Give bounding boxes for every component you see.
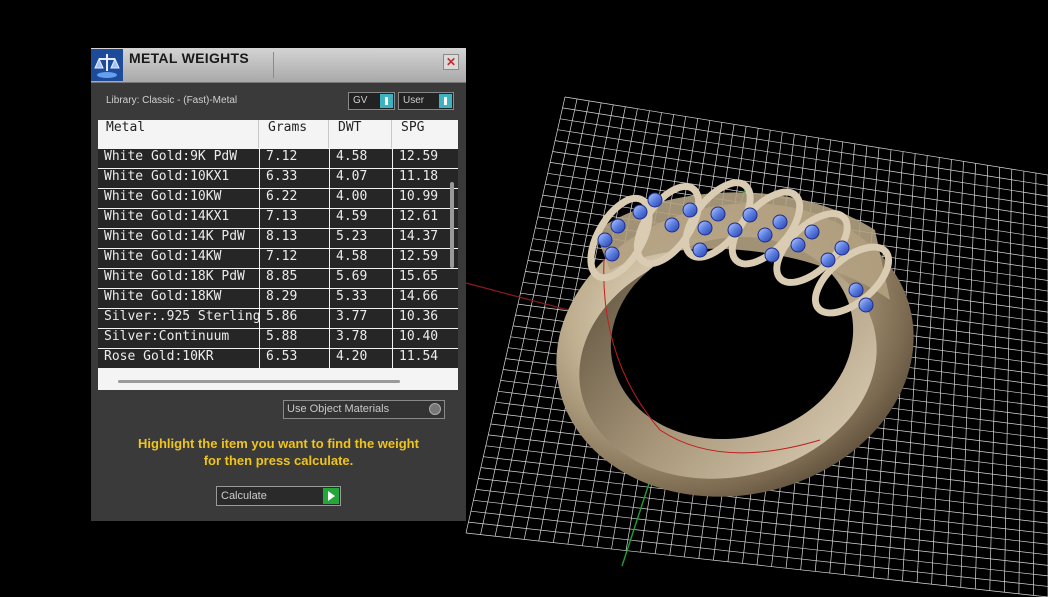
cell-grams: 8.29 (260, 289, 329, 308)
table-row[interactable]: Rose Gold:10KR 6.53 4.20 11.54 (98, 349, 458, 369)
cell-grams: 5.86 (260, 309, 329, 328)
cell-spg: 10.40 (393, 329, 458, 348)
use-object-materials-label: Use Object Materials (287, 403, 390, 415)
cell-metal: Silver:Continuum (98, 329, 259, 348)
cell-grams: 6.33 (260, 169, 329, 188)
cell-metal: Rose Gold:10KR (98, 349, 259, 368)
cell-metal: White Gold:14K PdW (98, 229, 259, 248)
cell-dwt: 4.20 (330, 349, 392, 368)
cell-grams: 8.13 (260, 229, 329, 248)
gv-toggle-label: GV (353, 95, 368, 106)
cell-grams: 6.53 (260, 349, 329, 368)
instruction-text: Highlight the item you want to find the … (106, 435, 451, 469)
close-icon: ✕ (445, 55, 457, 69)
user-toggle-label: User (403, 95, 425, 106)
cell-metal: White Gold:14KW (98, 249, 259, 268)
cell-spg: 10.36 (393, 309, 458, 328)
cell-metal: White Gold:9K PdW (98, 149, 259, 168)
cell-dwt: 3.77 (330, 309, 392, 328)
cell-dwt: 4.58 (330, 149, 392, 168)
library-label: Library: Classic - (Fast)-Metal (106, 95, 238, 106)
table-row[interactable]: White Gold:9K PdW 7.12 4.58 12.59 (98, 149, 458, 169)
cell-metal: Silver:.925 Sterling (98, 309, 259, 328)
column-header-grams[interactable]: Grams (260, 120, 329, 148)
table-row[interactable]: Silver:Continuum 5.88 3.78 10.40 (98, 329, 458, 349)
cell-metal: White Gold:18K PdW (98, 269, 259, 288)
column-header-spg[interactable]: SPG (393, 120, 458, 148)
metal-table[interactable]: Metal Grams DWT SPG White Gold:9K PdW 7.1… (98, 120, 458, 390)
table-row[interactable]: White Gold:14KW 7.12 4.58 12.59 (98, 249, 458, 269)
play-icon (323, 488, 339, 504)
cell-spg: 12.59 (393, 249, 458, 268)
cell-spg: 15.65 (393, 269, 458, 288)
cell-spg: 10.99 (393, 189, 458, 208)
cell-metal: White Gold:18KW (98, 289, 259, 308)
table-row[interactable]: Silver:.925 Sterling 5.86 3.77 10.36 (98, 309, 458, 329)
cell-dwt: 4.00 (330, 189, 392, 208)
cell-grams: 6.22 (260, 189, 329, 208)
table-row[interactable]: White Gold:18K PdW 8.85 5.69 15.65 (98, 269, 458, 289)
column-header-dwt[interactable]: DWT (330, 120, 392, 148)
cell-dwt: 4.59 (330, 209, 392, 228)
calculate-label: Calculate (221, 490, 267, 502)
column-header-metal[interactable]: Metal (98, 120, 259, 148)
panel-titlebar[interactable]: METAL WEIGHTS ✕ (91, 48, 466, 83)
cell-spg: 11.54 (393, 349, 458, 368)
cell-grams: 7.13 (260, 209, 329, 228)
metal-weights-panel: METAL WEIGHTS ✕ Library: Classic - (Fast… (91, 48, 466, 521)
radio-icon (429, 403, 441, 415)
cell-dwt: 5.33 (330, 289, 392, 308)
gv-toggle[interactable]: GV (348, 92, 395, 110)
cell-spg: 12.61 (393, 209, 458, 228)
cell-metal: White Gold:10KX1 (98, 169, 259, 188)
cell-spg: 14.66 (393, 289, 458, 308)
toggle-knob-icon (380, 94, 393, 108)
cell-metal: White Gold:10KW (98, 189, 259, 208)
scale-icon (91, 49, 123, 81)
table-row[interactable]: White Gold:14KX1 7.13 4.59 12.61 (98, 209, 458, 229)
cell-dwt: 4.58 (330, 249, 392, 268)
cell-dwt: 4.07 (330, 169, 392, 188)
cell-dwt: 5.23 (330, 229, 392, 248)
instruction-line-2: for then press calculate. (203, 453, 354, 468)
calculate-button[interactable]: Calculate (216, 486, 341, 506)
cell-dwt: 5.69 (330, 269, 392, 288)
cell-grams: 5.88 (260, 329, 329, 348)
table-row[interactable]: White Gold:14K PdW 8.13 5.23 14.37 (98, 229, 458, 249)
toggle-knob-icon (439, 94, 452, 108)
close-button[interactable]: ✕ (443, 54, 459, 70)
vertical-scrollbar[interactable] (450, 182, 454, 268)
panel-title: METAL WEIGHTS (129, 50, 250, 66)
cell-spg: 12.59 (393, 149, 458, 168)
cell-dwt: 3.78 (330, 329, 392, 348)
table-row[interactable]: White Gold:18KW 8.29 5.33 14.66 (98, 289, 458, 309)
cell-grams: 7.12 (260, 149, 329, 168)
cell-spg: 11.18 (393, 169, 458, 188)
cell-spg: 14.37 (393, 229, 458, 248)
table-row[interactable]: White Gold:10KX1 6.33 4.07 11.18 (98, 169, 458, 189)
table-row[interactable]: White Gold:10KW 6.22 4.00 10.99 (98, 189, 458, 209)
instruction-line-1: Highlight the item you want to find the … (138, 436, 419, 451)
cell-grams: 8.85 (260, 269, 329, 288)
cell-grams: 7.12 (260, 249, 329, 268)
horizontal-scrollbar[interactable] (118, 380, 400, 383)
use-object-materials-button[interactable]: Use Object Materials (283, 400, 445, 419)
title-divider (273, 52, 274, 78)
cell-metal: White Gold:14KX1 (98, 209, 259, 228)
table-header: Metal Grams DWT SPG (98, 120, 458, 148)
user-toggle[interactable]: User (398, 92, 454, 110)
